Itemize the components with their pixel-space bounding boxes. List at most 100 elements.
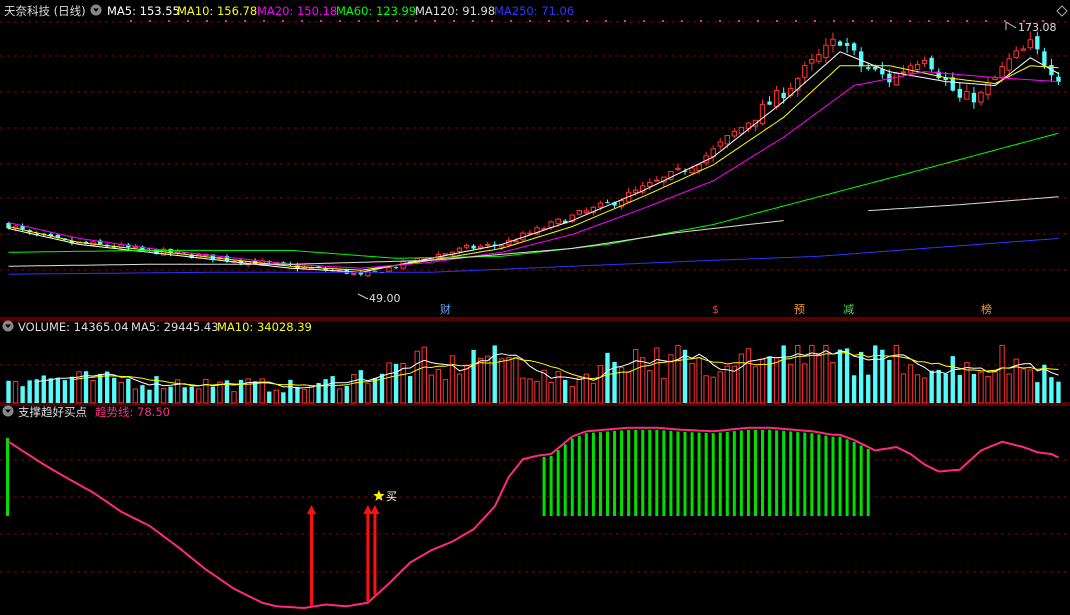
candle-body [463,244,470,248]
volume-bar [492,345,497,403]
stock-chart-canvas: 天奈科技 (日线) MA5: 153.55 MA10: 156.78 MA20:… [0,4,1070,610]
star-icon [373,490,385,501]
top-dot [434,20,436,22]
volume-bar [20,386,25,403]
volume-dropdown-icon[interactable] [2,320,14,332]
candle-body [788,87,794,97]
candle-body [351,272,357,275]
candle-body [555,218,561,224]
top-dot [244,20,246,22]
top-dot [1004,20,1006,22]
candle-body [513,240,519,243]
event-marker-reduce[interactable]: 减 [843,303,854,316]
top-dot [700,20,702,22]
top-dot [282,20,284,22]
event-marker-dividend[interactable]: $ [712,303,719,316]
arrow-up-icon [370,505,380,514]
volume-bar [703,375,709,404]
volume-bar [858,351,864,403]
volume-bar [767,356,772,403]
ma-dropdown-icon[interactable] [90,4,102,16]
top-dot [947,20,949,22]
volume-bar [27,380,32,403]
top-dot [149,20,151,22]
volume-bar [513,357,519,404]
volume-bar [717,371,723,404]
high-price-label: 173.08 [1018,21,1057,34]
volume-bar [907,364,914,404]
volume-bar [738,353,745,404]
candle-body [866,67,871,69]
volume-bar [724,365,730,404]
candle-body [844,43,850,46]
volume-bar [1006,373,1012,404]
candle-body [950,77,955,91]
volume-bar [880,349,885,403]
ma10-label: MA10: 156.78 [177,4,257,18]
candle-body [929,57,934,70]
volume-bar [428,374,435,404]
volume-bar [301,389,308,404]
candle-body [999,66,1005,78]
top-dot [472,20,474,22]
candle-body [816,54,822,62]
candle-body [837,41,843,46]
event-marker-forecast[interactable]: 预 [794,303,805,316]
volume-bar [590,382,597,404]
event-marker-list[interactable]: 榜 [981,302,992,316]
volume-bar [696,357,702,404]
volume-bar [682,349,688,403]
ma-line-ma120_seg2 [868,196,1059,212]
volume-bar [189,386,194,403]
expand-diamond-icon[interactable] [1056,5,1068,17]
volume-bar [69,376,75,403]
event-marker-report[interactable]: 财 [440,302,451,316]
candle-body [1035,36,1040,50]
volume-bar [520,377,526,404]
buy-label: 买 [386,490,397,503]
volume-bar [534,380,540,404]
low-price-label: 49.00 [369,292,401,305]
volume-bar [887,359,892,403]
candle-body [873,66,878,70]
candle-body [675,167,681,171]
volume-bar [147,389,152,403]
volume-bar [914,374,921,404]
volume-bar [421,346,427,404]
top-dot [814,20,816,22]
volume-bar [999,344,1005,404]
candle-body [696,164,702,172]
volume-bar [548,381,554,404]
top-dot [320,20,322,22]
ma-line-ma5 [8,51,1059,273]
candle-body [632,189,639,194]
top-dot [776,20,778,22]
volume-bar [386,362,392,404]
top-dot [453,20,455,22]
volume-bar [132,388,139,404]
volume-bar [252,381,258,403]
candle-body [654,179,660,182]
volume-bar [499,358,505,404]
volume-bar [351,374,357,404]
candle-body [830,38,836,46]
volume-bar [379,373,385,403]
top-dot [605,20,607,22]
volume-bar [809,344,815,404]
indicator-dropdown-icon[interactable] [2,405,14,417]
volume-bar [308,386,315,404]
top-dot [681,20,683,22]
volume-bar [900,373,907,404]
top-dot [871,20,873,22]
candle-body [978,91,984,103]
ma-line-ma10 [8,65,1059,271]
volume-bar [640,357,646,404]
candle-body [858,51,864,67]
top-dot [339,20,341,22]
volume-bar [597,365,604,404]
volume-bar [759,358,766,404]
volume-bars [6,344,1061,404]
top-dot [491,20,493,22]
volume-bar [337,388,343,404]
volume-bar [964,362,970,404]
